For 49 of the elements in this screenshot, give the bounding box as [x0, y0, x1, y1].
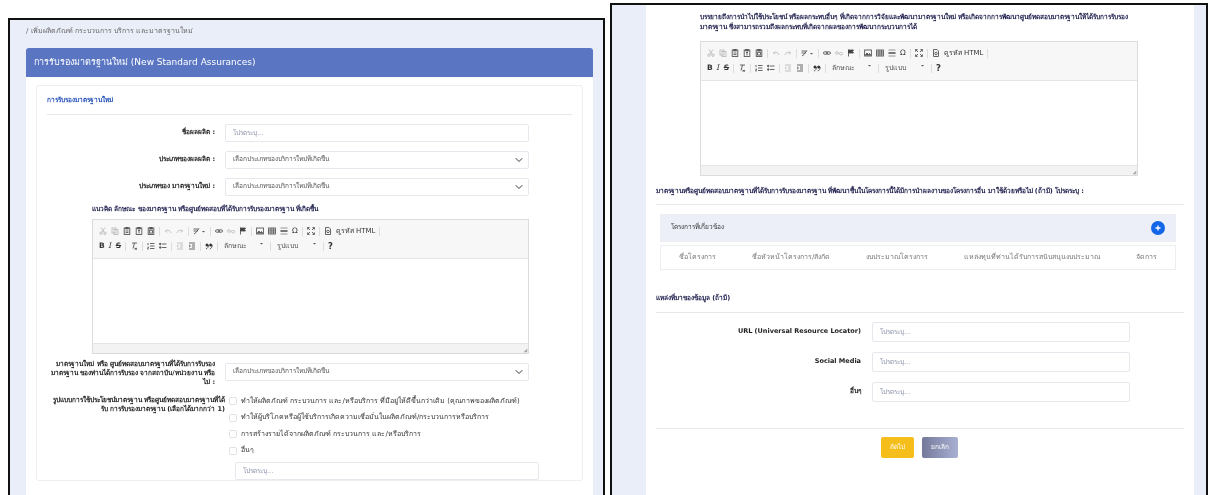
- caret-icon: [259, 240, 265, 246]
- help-button[interactable]: ?: [936, 63, 942, 73]
- caret-icon: [867, 62, 873, 68]
- numbered-list-icon[interactable]: [147, 242, 156, 250]
- clipboard-icon[interactable]: [731, 49, 739, 57]
- checkbox[interactable]: [229, 413, 237, 422]
- checkbox[interactable]: [229, 397, 237, 405]
- image-icon[interactable]: [864, 49, 872, 57]
- clipboard-icon[interactable]: [755, 49, 763, 57]
- resize-grip-icon[interactable]: [522, 346, 528, 353]
- help-button[interactable]: ?: [328, 241, 334, 251]
- clear-format-icon[interactable]: [130, 242, 139, 250]
- table-icon[interactable]: [876, 49, 884, 57]
- numbered-list-icon[interactable]: [755, 64, 764, 72]
- caret-icon: [201, 228, 206, 234]
- maximize-icon[interactable]: [914, 49, 923, 57]
- spellcheck-icon[interactable]: [801, 49, 809, 57]
- table-icon[interactable]: [268, 227, 276, 235]
- plus-icon: [1154, 224, 1162, 233]
- flag-icon[interactable]: [847, 49, 855, 57]
- clipboard-icon[interactable]: [123, 227, 131, 235]
- quote-icon[interactable]: [205, 242, 214, 250]
- checkbox[interactable]: [229, 446, 237, 455]
- link-icon[interactable]: [215, 227, 223, 235]
- spellcheck-icon[interactable]: [193, 227, 201, 235]
- caret-icon: [312, 240, 318, 246]
- clear-format-icon[interactable]: [738, 64, 747, 72]
- image-icon[interactable]: [256, 227, 264, 235]
- bullet-list-icon[interactable]: [767, 64, 776, 72]
- caret-icon: [809, 50, 814, 56]
- link-icon[interactable]: [823, 49, 831, 57]
- horizontal-rule-icon[interactable]: [280, 227, 288, 235]
- clipboard-icon[interactable]: [147, 227, 155, 235]
- clipboard-icon[interactable]: [743, 49, 751, 57]
- clipboard-icon[interactable]: [135, 227, 143, 235]
- maximize-icon[interactable]: [306, 227, 315, 235]
- flag-icon[interactable]: [239, 227, 247, 235]
- document-icon[interactable]: [931, 49, 940, 57]
- add-button[interactable]: [1151, 221, 1165, 236]
- indent-icon[interactable]: [188, 242, 197, 250]
- resize-grip-icon[interactable]: [1131, 168, 1137, 175]
- quote-icon[interactable]: [813, 64, 822, 72]
- horizontal-rule-icon[interactable]: [888, 49, 896, 57]
- checkbox[interactable]: [229, 430, 237, 438]
- caret-icon: [920, 62, 926, 68]
- indent-icon[interactable]: [796, 64, 805, 72]
- bullet-list-icon[interactable]: [159, 242, 168, 250]
- card-header: การรับรองมาตรฐานใหม่ (New Standard Assurances): [26, 47, 593, 77]
- document-icon[interactable]: [323, 227, 332, 235]
